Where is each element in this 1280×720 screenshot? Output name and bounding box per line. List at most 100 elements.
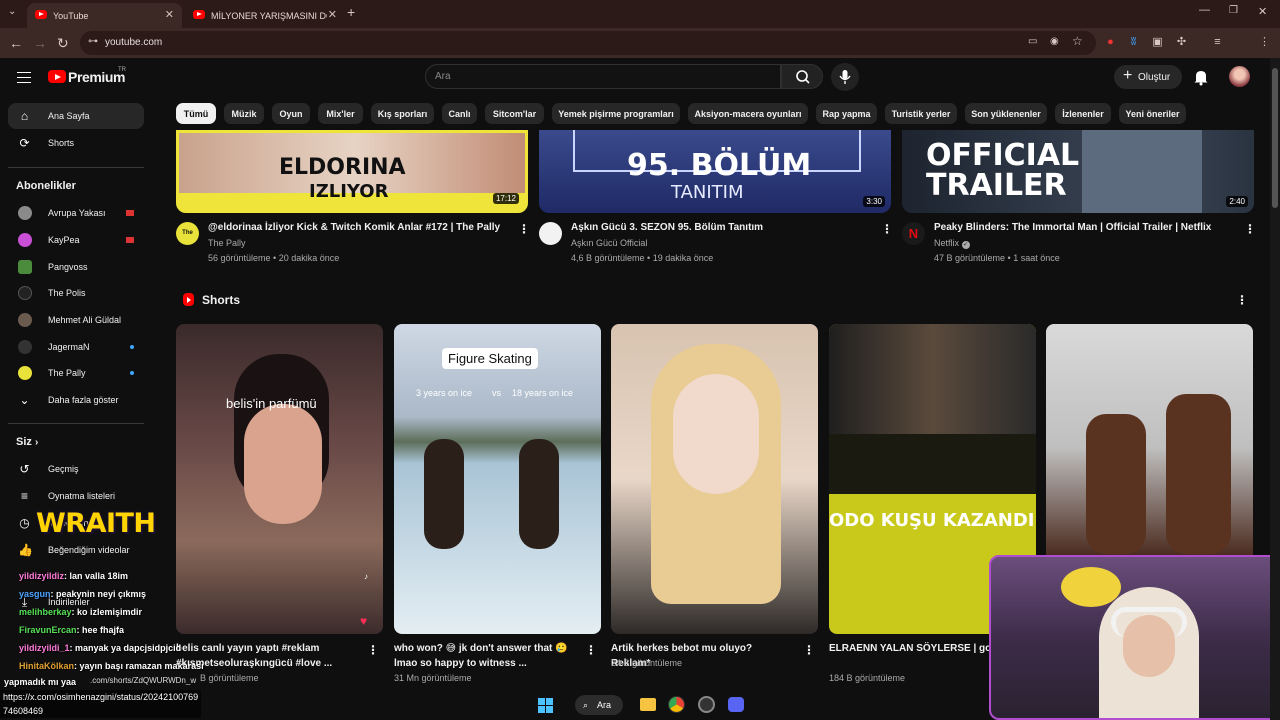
playlists-icon: ≡ xyxy=(20,489,28,503)
chip[interactable]: Kış sporları xyxy=(371,103,434,124)
more-options-icon[interactable]: ⋮ xyxy=(881,222,893,236)
tab-search-button[interactable]: ⌄ xyxy=(8,6,16,17)
app-icon[interactable] xyxy=(698,696,715,713)
taskbar-search[interactable]: ⌕ Ara xyxy=(575,695,623,715)
scrollbar-thumb[interactable] xyxy=(1272,68,1278,208)
chrome-icon[interactable] xyxy=(668,696,685,713)
search-input[interactable] xyxy=(426,65,780,88)
tab-milyoner[interactable]: MİLYONER YARIŞMASINI DOLA ✕ xyxy=(185,3,345,28)
video-thumbnail[interactable]: 95. BÖLÜM TANITIM 3:30 xyxy=(539,130,891,213)
video-channel[interactable]: Aşkın Gücü Official xyxy=(571,238,647,248)
video-title[interactable]: Peaky Blinders: The Immortal Man | Offic… xyxy=(934,222,1211,233)
short-thumbnail[interactable]: belis'in parfümü ♪ ♥ xyxy=(176,324,383,634)
close-tab-icon[interactable]: ✕ xyxy=(328,8,337,21)
search-box[interactable] xyxy=(425,64,781,89)
notifications-button[interactable] xyxy=(1193,68,1209,86)
chip[interactable]: Sitcom'lar xyxy=(485,103,544,124)
chip[interactable]: Yemek pişirme programları xyxy=(552,103,680,124)
subscriptions-heading[interactable]: Abonelikler xyxy=(16,180,76,192)
show-more-button[interactable]: ⌄ Daha fazla göster xyxy=(8,387,144,413)
chip[interactable]: Müzik xyxy=(224,103,264,124)
subscription-item[interactable]: Mehmet Ali Güldal xyxy=(8,307,144,333)
more-options-icon[interactable]: ⋮ xyxy=(1236,293,1248,307)
extension-icon[interactable]: ▣ xyxy=(1151,36,1164,49)
more-options-icon[interactable]: ⋮ xyxy=(585,643,597,657)
subscription-item[interactable]: The Pally xyxy=(8,360,144,386)
menu-icon[interactable] xyxy=(17,72,31,83)
headphones-image xyxy=(1111,607,1187,637)
address-bar[interactable]: ⊶ youtube.com ▭ ◉ ☆ xyxy=(80,31,1096,55)
chip-all[interactable]: Tümü xyxy=(176,103,216,124)
more-options-icon[interactable]: ⋮ xyxy=(518,222,530,236)
back-icon[interactable]: ← xyxy=(9,35,23,51)
restore-icon[interactable]: ❐ xyxy=(1229,5,1238,16)
account-avatar[interactable] xyxy=(1229,66,1250,87)
extensions-puzzle-icon[interactable]: ✣ xyxy=(1175,36,1188,49)
video-title[interactable]: @eldorinaa İzliyor Kick & Twitch Komik A… xyxy=(208,222,500,233)
channel-avatar[interactable] xyxy=(539,222,562,245)
sidebar-item-home[interactable]: ⌂ Ana Sayfa xyxy=(8,103,144,129)
windows-start-icon[interactable] xyxy=(538,698,553,713)
new-tab-button[interactable]: + xyxy=(347,4,355,20)
subscription-item[interactable]: Pangvoss xyxy=(8,254,144,280)
short-thumbnail[interactable] xyxy=(611,324,818,634)
bookmark-star-icon[interactable]: ☆ xyxy=(1072,34,1083,48)
sidebar-item-shorts[interactable]: ⟳ Shorts xyxy=(8,130,144,156)
search-button[interactable] xyxy=(781,64,823,89)
video-title[interactable]: Aşkın Gücü 3. SEZON 95. Bölüm Tanıtım xyxy=(571,222,763,233)
subscription-item[interactable]: The Polis xyxy=(8,280,144,306)
chip[interactable]: Rap yapma xyxy=(816,103,877,124)
close-window-icon[interactable]: ✕ xyxy=(1258,5,1267,18)
short-views: 184 B görüntüleme xyxy=(829,673,906,683)
forward-icon[interactable]: → xyxy=(33,35,47,51)
channel-avatar xyxy=(18,366,32,380)
site-info-icon[interactable]: ⊶ xyxy=(88,36,98,47)
chat-message: HinitaKölkan: yayın başı ramazan makaras… xyxy=(19,661,204,671)
more-options-icon[interactable]: ⋮ xyxy=(367,643,379,657)
video-thumbnail[interactable]: ELDORINA IZLIYOR 17:12 xyxy=(176,130,528,213)
browser-menu-icon[interactable]: ⋮ xyxy=(1258,36,1271,49)
short-title[interactable]: ELRAENN YALAN SÖYLERSE | goose duck #elr… xyxy=(829,641,999,656)
tab-youtube[interactable]: YouTube ✕ xyxy=(27,3,182,28)
shorts-logo-icon xyxy=(183,293,194,306)
reload-icon[interactable]: ↻ xyxy=(57,35,69,52)
short-thumbnail[interactable]: Figure Skating 3 years on ice vs 18 year… xyxy=(394,324,601,634)
extension-voice-icon[interactable]: ʬ xyxy=(1127,36,1140,49)
minimize-icon[interactable]: — xyxy=(1199,4,1210,16)
chip[interactable]: Son yüklenenler xyxy=(965,103,1047,124)
subscription-item[interactable]: Avrupa Yakası xyxy=(8,200,144,226)
channel-avatar[interactable]: The Pally xyxy=(176,222,199,259)
sidebar-item-liked[interactable]: 👍 Beğendiğim videolar xyxy=(8,537,144,563)
chip[interactable]: İzlenenler xyxy=(1055,103,1111,124)
chip[interactable]: Aksiyon-macera oyunları xyxy=(688,103,808,124)
chip[interactable]: Oyun xyxy=(272,103,310,124)
subscription-item[interactable]: JagermaN xyxy=(8,334,144,360)
reading-list-icon[interactable]: ≡ xyxy=(1211,36,1224,49)
channel-avatar[interactable]: N xyxy=(902,222,925,245)
voice-search-button[interactable] xyxy=(831,63,859,91)
sidebar-item-history[interactable]: ↺ Geçmiş xyxy=(8,456,144,482)
discord-icon[interactable] xyxy=(728,697,744,712)
you-heading[interactable]: Siz › xyxy=(16,436,38,448)
logo-text[interactable]: Premium xyxy=(68,69,126,85)
page-scrollbar[interactable] xyxy=(1270,58,1280,720)
more-options-icon[interactable]: ⋮ xyxy=(803,643,815,657)
more-options-icon[interactable]: ⋮ xyxy=(1244,222,1256,236)
extension-red-icon[interactable]: ● xyxy=(1104,36,1117,49)
subscription-item[interactable]: KayPea xyxy=(8,227,144,253)
cast-icon[interactable]: ▭ xyxy=(1028,36,1037,47)
chip[interactable]: Yeni öneriler xyxy=(1119,103,1186,124)
file-explorer-icon[interactable] xyxy=(640,698,656,711)
close-tab-icon[interactable]: ✕ xyxy=(165,8,174,21)
sidebar-item-playlists[interactable]: ≡ Oynatma listeleri xyxy=(8,483,144,509)
youtube-logo-icon[interactable] xyxy=(48,70,66,83)
chip[interactable]: Mix'ler xyxy=(318,103,363,124)
video-thumbnail[interactable]: OFFICIAL TRAILER 2:40 xyxy=(902,130,1254,213)
short-title[interactable]: who won? 😅 jk don't answer that 🥲 lmao s… xyxy=(394,641,574,671)
eye-off-icon[interactable]: ◉ xyxy=(1050,36,1059,47)
chip[interactable]: Canlı xyxy=(442,103,477,124)
video-channel[interactable]: Netflix ✓ xyxy=(934,238,970,249)
video-channel[interactable]: The Pally xyxy=(208,238,246,248)
create-button[interactable]: + Oluştur xyxy=(1114,65,1182,89)
chip[interactable]: Turistik yerler xyxy=(885,103,957,124)
